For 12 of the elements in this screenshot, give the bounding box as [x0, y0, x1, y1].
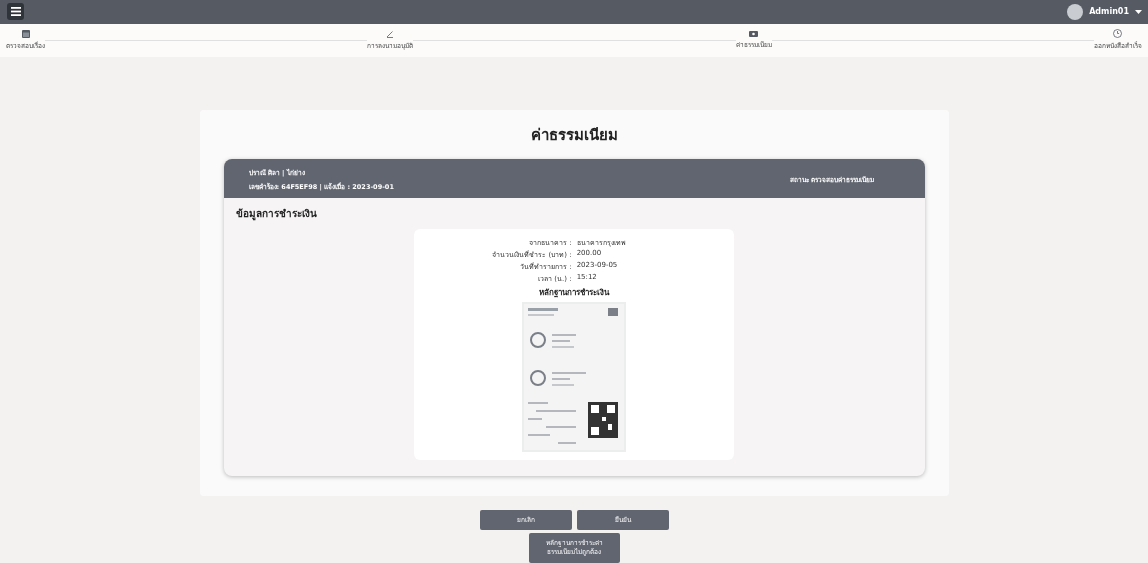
menu-icon: [10, 7, 21, 17]
page-title: ค่าธรรมเนียม: [529, 125, 619, 146]
menu-button[interactable]: [7, 3, 24, 21]
user-name[interactable]: Admin01: [1089, 7, 1129, 17]
evidence-title: หลักฐานการชำระเงิน: [539, 287, 609, 299]
clock-icon: [1113, 29, 1123, 39]
pen-icon: [386, 29, 395, 38]
section-title: ข้อมูลการชำระเงิน: [235, 207, 318, 221]
caret-icon[interactable]: [1135, 9, 1142, 14]
avatar: [1067, 3, 1084, 20]
money-icon: [749, 30, 759, 38]
calendar-icon: [21, 29, 30, 38]
